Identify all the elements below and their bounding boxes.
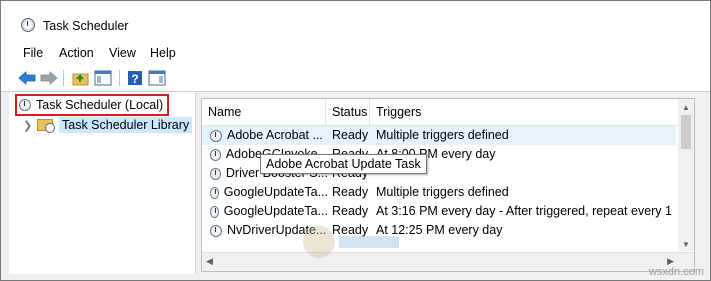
menu-file[interactable]: File xyxy=(23,46,43,60)
watermark-text: wsxdn.com xyxy=(648,266,704,278)
task-triggers: Multiple triggers defined xyxy=(376,128,509,142)
tree-item-label: Task Scheduler Library xyxy=(59,117,193,133)
show-hide-console-tree-icon[interactable] xyxy=(93,68,113,88)
task-name: GoogleUpdateTa... xyxy=(223,204,328,218)
task-scheduler-window: Task Scheduler File Action View Help ? T… xyxy=(0,0,711,281)
title-bar: Task Scheduler xyxy=(1,1,710,37)
help-icon[interactable]: ? xyxy=(125,68,145,88)
tree-item-label: Task Scheduler (Local) xyxy=(36,98,164,112)
scroll-down-icon[interactable]: ▼ xyxy=(682,240,690,249)
toolbar-separator xyxy=(119,70,120,86)
chevron-right-icon[interactable]: ❯ xyxy=(23,119,32,132)
table-row[interactable]: GoogleUpdateTa... Ready At 3:16 PM every… xyxy=(202,202,676,221)
tooltip: Adobe Acrobat Update Task xyxy=(260,154,427,174)
column-header-triggers[interactable]: Triggers xyxy=(370,99,676,125)
toolbar: ? xyxy=(1,65,710,92)
main-content: Task Scheduler (Local) ❯ Task Scheduler … xyxy=(1,92,710,280)
window-title: Task Scheduler xyxy=(43,19,129,33)
console-tree: Task Scheduler (Local) ❯ Task Scheduler … xyxy=(9,92,196,274)
watermark-logo xyxy=(303,226,399,258)
vertical-scrollbar[interactable]: ▲ ▼ xyxy=(678,99,694,251)
task-status: Ready xyxy=(332,204,369,218)
toolbar-separator xyxy=(63,70,64,86)
task-clock-icon xyxy=(210,148,221,161)
task-triggers: Multiple triggers defined xyxy=(376,185,509,199)
menu-view[interactable]: View xyxy=(109,46,136,60)
task-status: Ready xyxy=(332,128,369,142)
task-name: GoogleUpdateTa... xyxy=(223,185,328,199)
scroll-left-icon[interactable]: ◀ xyxy=(206,256,213,267)
svg-text:?: ? xyxy=(131,72,138,86)
task-triggers: At 3:16 PM every day - After triggered, … xyxy=(376,204,676,218)
clock-icon xyxy=(19,99,31,111)
menu-action[interactable]: Action xyxy=(59,46,94,60)
column-header-status[interactable]: Status xyxy=(326,99,370,125)
task-status: Ready xyxy=(332,185,369,199)
show-hide-action-pane-icon[interactable] xyxy=(147,68,167,88)
task-clock-icon xyxy=(210,224,222,237)
tree-item-task-scheduler-library[interactable]: ❯ Task Scheduler Library xyxy=(23,115,193,135)
forward-arrow-icon[interactable] xyxy=(39,68,59,88)
table-row[interactable]: Adobe Acrobat ... Ready Multiple trigger… xyxy=(202,126,676,145)
task-clock-icon xyxy=(210,167,221,180)
task-clock-icon xyxy=(210,186,219,199)
menu-help[interactable]: Help xyxy=(150,46,176,60)
column-header-name[interactable]: Name xyxy=(202,99,326,125)
task-triggers: At 12:25 PM every day xyxy=(376,223,503,237)
clock-icon xyxy=(21,18,35,32)
scroll-up-icon[interactable]: ▲ xyxy=(682,103,690,112)
folder-clock-icon xyxy=(37,119,55,133)
list-header: Name Status Triggers xyxy=(202,99,694,126)
scroll-thumb[interactable] xyxy=(681,115,691,149)
table-row[interactable]: GoogleUpdateTa... Ready Multiple trigger… xyxy=(202,183,676,202)
table-row[interactable]: NvDriverUpdate... Ready At 12:25 PM ever… xyxy=(202,221,676,240)
task-clock-icon xyxy=(210,205,219,218)
up-folder-icon[interactable] xyxy=(71,68,91,88)
horizontal-scrollbar[interactable]: ◀ ▶ xyxy=(202,252,694,271)
tree-item-task-scheduler-local[interactable]: Task Scheduler (Local) xyxy=(15,94,170,116)
task-list: Name Status Triggers Adobe Acrobat ... R… xyxy=(201,98,695,272)
menu-bar: File Action View Help xyxy=(1,43,710,63)
back-arrow-icon[interactable] xyxy=(17,68,37,88)
task-name: Adobe Acrobat ... xyxy=(227,128,323,142)
task-clock-icon xyxy=(210,129,222,142)
